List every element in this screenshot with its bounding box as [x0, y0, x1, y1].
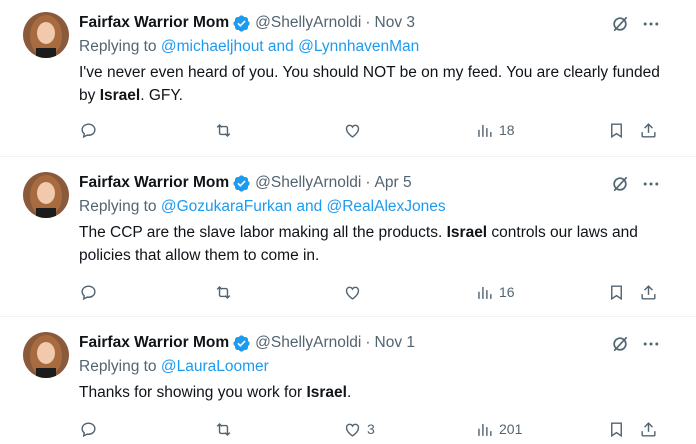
grok-icon[interactable] [610, 334, 630, 354]
tweet-text-part: . [346, 384, 352, 401]
tweet-text-part: The CCP are the slave labor making all t… [79, 224, 447, 241]
more-icon[interactable] [640, 174, 662, 194]
author-handle[interactable]: @ShellyArnoldi [255, 14, 361, 32]
retweet-icon [216, 422, 231, 436]
share-icon [641, 284, 656, 300]
bookmark-button[interactable] [607, 120, 626, 140]
avatar[interactable] [23, 12, 69, 58]
replying-to: Replying to @GozukaraFurkan and @RealAle… [79, 198, 446, 216]
replying-label: Replying to [79, 38, 161, 55]
author-handle[interactable]: @ShellyArnoldi [255, 174, 361, 192]
tweet-text-part: Thanks for showing you work for [79, 384, 307, 401]
view-count: 18 [499, 122, 515, 138]
bookmark-icon [611, 122, 622, 138]
tweet-text: Thanks for showing you work for Israel. [79, 381, 669, 404]
bookmark-button[interactable] [607, 282, 626, 302]
views-button[interactable]: 16 [475, 282, 515, 302]
views-icon [478, 124, 492, 137]
bookmark-button[interactable] [607, 419, 626, 439]
like-button[interactable] [343, 120, 367, 140]
author-name[interactable]: Fairfax Warrior Mom [79, 14, 229, 32]
mention-link[interactable]: @GozukaraFurkan and @RealAlexJones [161, 198, 446, 215]
like-button[interactable]: 3 [343, 419, 375, 439]
share-button[interactable] [639, 419, 658, 439]
tweet-text-part: . GFY. [140, 87, 183, 104]
tweet-text-highlight: Israel [306, 384, 347, 401]
grok-icon[interactable] [610, 174, 630, 194]
retweet-icon [216, 123, 231, 137]
avatar[interactable] [23, 332, 69, 378]
share-icon [641, 421, 656, 437]
share-icon [641, 122, 656, 138]
like-icon [345, 286, 360, 300]
tweet-text-highlight: Israel [99, 87, 141, 104]
like-button[interactable] [343, 282, 367, 302]
view-count: 16 [499, 284, 515, 300]
like-icon [345, 423, 360, 437]
view-count: 201 [499, 421, 523, 437]
grok-icon[interactable] [610, 14, 630, 34]
divider [0, 316, 696, 317]
reply-icon [81, 122, 96, 138]
separator-dot: · [365, 174, 371, 191]
reply-icon [81, 421, 96, 437]
replying-to: Replying to @michaeljhout and @Lynnhaven… [79, 38, 419, 56]
bookmark-icon [611, 421, 622, 437]
verified-badge-icon [233, 14, 250, 32]
retweet-button[interactable] [214, 419, 233, 439]
tweet-header: Fairfax Warrior Mom @ShellyArnoldi · Nov… [79, 12, 415, 34]
retweet-button[interactable] [214, 282, 233, 302]
replying-label: Replying to [79, 358, 161, 375]
views-button[interactable]: 201 [475, 419, 522, 439]
verified-badge-icon [233, 174, 250, 192]
replying-to: Replying to @LauraLoomer [79, 358, 269, 376]
avatar[interactable] [23, 172, 69, 218]
author-name[interactable]: Fairfax Warrior Mom [79, 174, 229, 192]
tweet-actions: 16 [79, 282, 669, 302]
tweet-text: The CCP are the slave labor making all t… [79, 221, 669, 267]
author-handle[interactable]: @ShellyArnoldi [255, 334, 361, 352]
retweet-button[interactable] [214, 120, 233, 140]
tweet-actions: 18 [79, 120, 669, 140]
tweet-date[interactable]: Nov 1 [375, 334, 416, 352]
reply-button[interactable] [79, 419, 98, 439]
views-icon [478, 423, 492, 436]
more-icon[interactable] [640, 334, 662, 354]
separator-dot: · [365, 14, 371, 31]
tweet-date[interactable]: Apr 5 [375, 174, 412, 192]
bookmark-icon [611, 284, 622, 300]
tweet-header: Fairfax Warrior Mom @ShellyArnoldi · Nov… [79, 332, 415, 354]
retweet-icon [216, 285, 231, 299]
tweet-date[interactable]: Nov 3 [375, 14, 416, 32]
divider [0, 156, 696, 157]
views-icon [478, 286, 492, 299]
reply-button[interactable] [79, 120, 98, 140]
reply-button[interactable] [79, 282, 98, 302]
tweet-text-highlight: Israel [446, 224, 488, 241]
mention-link[interactable]: @LauraLoomer [161, 358, 269, 375]
reply-icon [81, 284, 96, 300]
replying-label: Replying to [79, 198, 161, 215]
author-name[interactable]: Fairfax Warrior Mom [79, 334, 229, 352]
share-button[interactable] [639, 282, 658, 302]
tweet-header: Fairfax Warrior Mom @ShellyArnoldi · Apr… [79, 172, 412, 194]
verified-badge-icon [233, 334, 250, 352]
tweet-text: I've never even heard of you. You should… [79, 61, 669, 107]
share-button[interactable] [639, 120, 658, 140]
tweet-actions: 3 201 [79, 419, 669, 439]
like-count: 3 [367, 421, 375, 437]
views-button[interactable]: 18 [475, 120, 515, 140]
separator-dot: · [365, 334, 371, 351]
mention-link[interactable]: @michaeljhout and @LynnhavenMan [161, 38, 419, 55]
like-icon [345, 124, 360, 138]
more-icon[interactable] [640, 14, 662, 34]
